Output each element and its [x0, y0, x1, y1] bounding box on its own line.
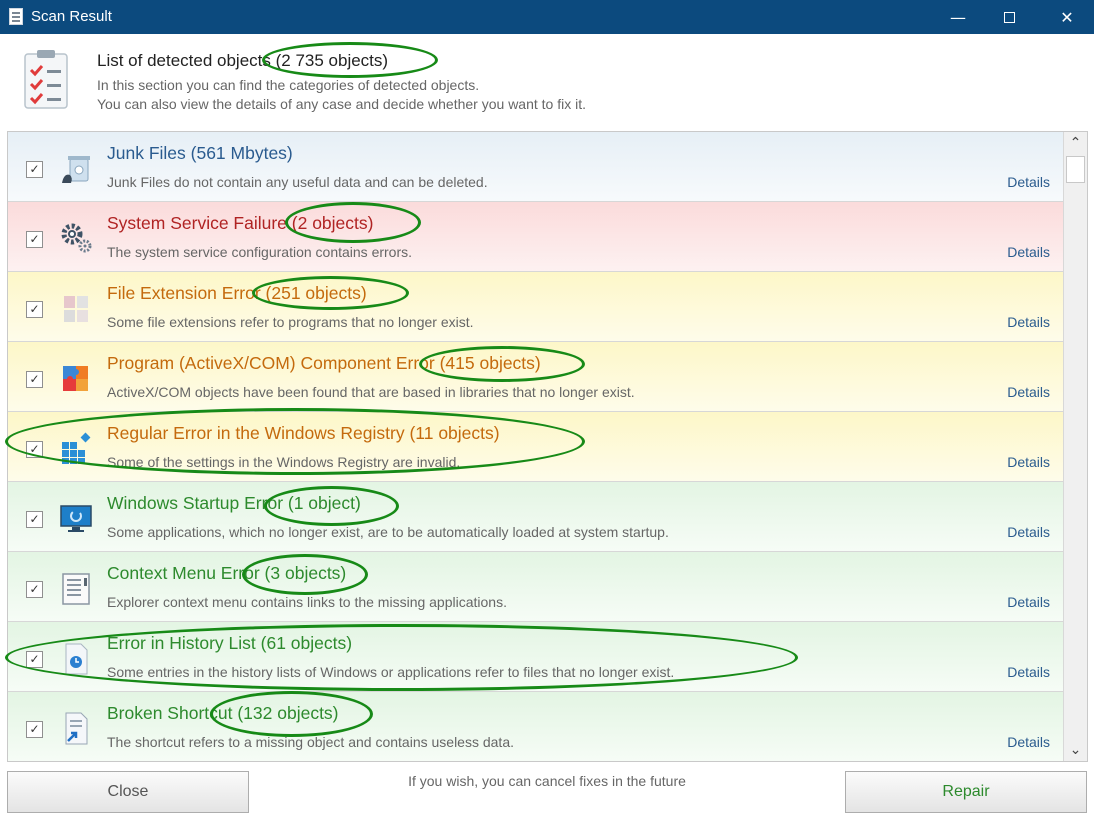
minimize-icon: — [950, 7, 966, 27]
result-row-system-service[interactable]: ✓ System Service Failure (2 objects) The… [8, 202, 1064, 272]
row-title: Regular Error in the Windows Registry (1… [107, 423, 500, 443]
scroll-thumb[interactable] [1066, 156, 1085, 183]
chevron-down-icon: ⌄ [1069, 742, 1082, 758]
result-row-activex[interactable]: ✓ Program (ActiveX/COM) Component Error … [8, 342, 1064, 412]
result-row-context-menu[interactable]: ✓ Context Menu Error (3 objects) Explore… [8, 552, 1064, 622]
vertical-scrollbar[interactable]: ⌃ ⌄ [1063, 132, 1087, 761]
page-title: List of detected objects (2 735 objects) [97, 51, 389, 70]
shortcut-icon [65, 712, 88, 745]
trash-bin-icon [62, 156, 90, 183]
close-window-button[interactable]: ✕ [1044, 0, 1090, 34]
checkbox[interactable]: ✓ [26, 511, 43, 528]
checkbox[interactable]: ✓ [26, 441, 43, 458]
scroll-up-button[interactable]: ⌃ [1064, 132, 1087, 154]
checkbox[interactable]: ✓ [26, 231, 43, 248]
checkbox[interactable]: ✓ [26, 301, 43, 318]
row-description: The shortcut refers to a missing object … [107, 734, 514, 750]
row-description: The system service configuration contain… [107, 244, 413, 260]
checkbox[interactable]: ✓ [26, 581, 43, 598]
maximize-button[interactable] [986, 0, 1032, 34]
result-row-broken-shortcut[interactable]: ✓ Broken Shortcut (132 objects) The shor… [8, 692, 1064, 761]
details-link[interactable]: Details [1007, 454, 1050, 470]
results-list: ✓ Junk Files (561 Mbytes) Junk Files do … [7, 131, 1088, 762]
details-link[interactable]: Details [1007, 244, 1050, 260]
details-link[interactable]: Details [1007, 174, 1050, 190]
checkbox[interactable]: ✓ [26, 721, 43, 738]
row-description: Some entries in the history lists of Win… [107, 664, 675, 680]
row-description: Junk Files do not contain any useful dat… [107, 174, 488, 190]
row-description: Some applications, which no longer exist… [107, 524, 669, 540]
details-link[interactable]: Details [1007, 664, 1050, 680]
file-extension-icon [64, 296, 88, 322]
row-description: Explorer context menu contains links to … [107, 594, 507, 610]
window-title: Scan Result [31, 8, 112, 25]
checkbox[interactable]: ✓ [26, 371, 43, 388]
checkbox[interactable]: ✓ [26, 651, 43, 668]
details-link[interactable]: Details [1007, 524, 1050, 540]
details-link[interactable]: Details [1007, 384, 1050, 400]
row-description: Some of the settings in the Windows Regi… [107, 454, 461, 470]
checkbox[interactable]: ✓ [26, 161, 43, 178]
maximize-icon [1003, 11, 1015, 23]
row-description: ActiveX/COM objects have been found that… [107, 384, 635, 400]
history-icon [65, 643, 88, 675]
result-row-startup[interactable]: ✓ Windows Startup Error (1 object) Some … [8, 482, 1064, 552]
chevron-up-icon: ⌃ [1069, 135, 1082, 151]
result-row-history-list[interactable]: ✓ Error in History List (61 objects) Som… [8, 622, 1064, 692]
minimize-button[interactable]: — [935, 0, 981, 34]
scroll-down-button[interactable]: ⌄ [1064, 739, 1087, 761]
page-description-line-1: In this section you can find the categor… [97, 77, 480, 93]
puzzle-icon [63, 366, 88, 391]
details-link[interactable]: Details [1007, 594, 1050, 610]
row-title: Windows Startup Error (1 object) [107, 493, 361, 513]
result-row-file-extension[interactable]: ✓ File Extension Error (251 objects) Som… [8, 272, 1064, 342]
details-link[interactable]: Details [1007, 734, 1050, 750]
row-title: Broken Shortcut (132 objects) [107, 703, 339, 723]
row-title: System Service Failure (2 objects) [107, 213, 374, 233]
title-bar: Scan Result — ✕ [0, 0, 1094, 34]
close-icon: ✕ [1060, 7, 1074, 27]
repair-button[interactable]: Repair [845, 771, 1087, 813]
row-title: Error in History List (61 objects) [107, 633, 353, 653]
registry-icon [62, 432, 91, 464]
row-title: Junk Files (561 Mbytes) [107, 143, 293, 163]
row-title: Context Menu Error (3 objects) [107, 563, 347, 583]
checklist-icon [24, 50, 68, 109]
details-link[interactable]: Details [1007, 314, 1050, 330]
context-menu-icon [62, 573, 90, 605]
row-description: Some file extensions refer to programs t… [107, 314, 474, 330]
result-row-registry[interactable]: ✓ Regular Error in the Windows Registry … [8, 412, 1064, 482]
result-row-junk-files[interactable]: ✓ Junk Files (561 Mbytes) Junk Files do … [8, 132, 1064, 202]
monitor-icon [60, 505, 92, 532]
app-icon [9, 8, 23, 25]
gears-icon [61, 223, 92, 253]
row-title: File Extension Error (251 objects) [107, 283, 367, 303]
row-title: Program (ActiveX/COM) Component Error (4… [107, 353, 541, 373]
page-description-line-2: You can also view the details of any cas… [97, 96, 587, 112]
